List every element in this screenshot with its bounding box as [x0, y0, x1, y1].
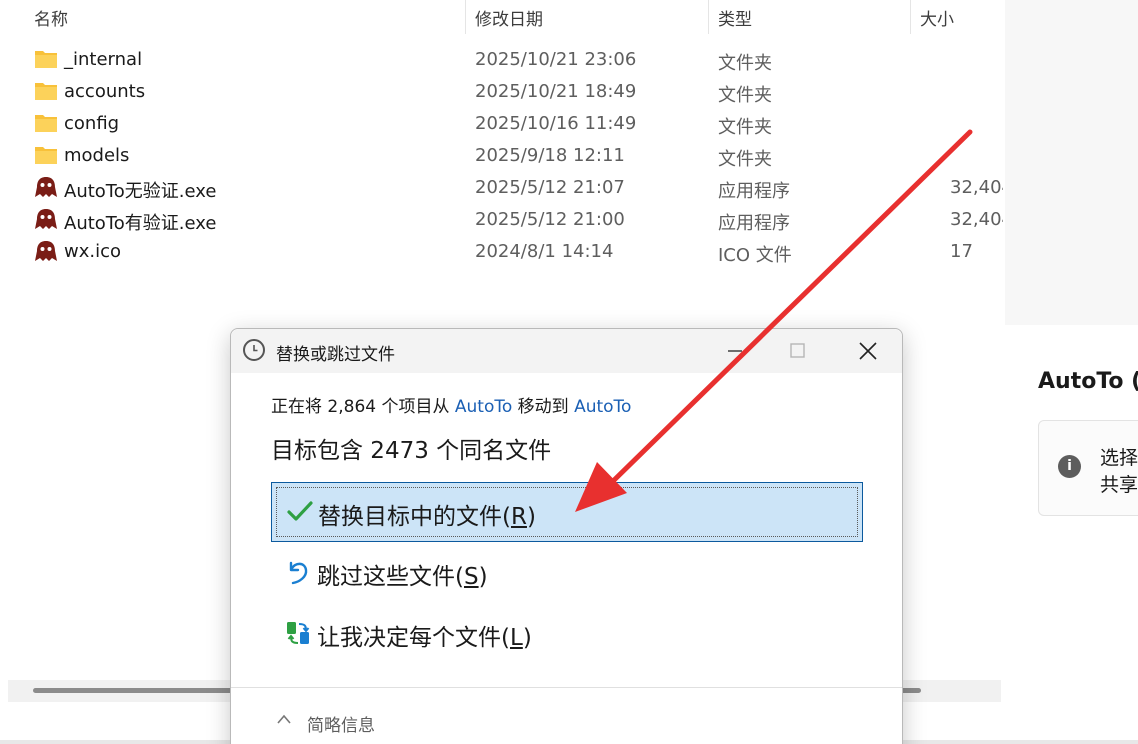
- minimize-icon: [728, 350, 742, 352]
- skip-arrow-icon: [289, 561, 308, 585]
- column-divider[interactable]: [465, 0, 466, 34]
- option-label-suffix: ): [526, 504, 536, 530]
- compare-files-icon: [287, 622, 310, 644]
- option-label-text: 跳过这些文件(: [317, 564, 464, 590]
- option-label: 跳过这些文件(S): [317, 557, 488, 591]
- column-header-size[interactable]: 大小: [920, 5, 954, 30]
- preview-area: [1005, 0, 1138, 325]
- close-button[interactable]: [845, 333, 891, 369]
- details-toggle-label: 简略信息: [307, 716, 375, 736]
- minimize-button[interactable]: [712, 333, 758, 369]
- chevron-up-icon: [277, 714, 291, 724]
- dialog-title: 替换或跳过文件: [276, 345, 395, 365]
- option-label: 替换目标中的文件(R): [318, 497, 536, 531]
- source-folder-link[interactable]: AutoTo: [455, 397, 512, 417]
- move-summary-prefix: 正在将 2,864 个项目从: [271, 397, 455, 417]
- column-header-name[interactable]: 名称: [34, 5, 68, 30]
- info-text-line: 共享: [1100, 474, 1138, 496]
- replace-or-skip-dialog: 替换或跳过文件 正在将 2,864 个项目从 AutoTo 移动到 AutoTo…: [230, 328, 903, 744]
- accelerator-key: L: [509, 625, 523, 651]
- conflict-heading: 目标包含 2473 个同名文件: [271, 438, 552, 464]
- maximize-icon: [790, 343, 805, 358]
- info-text-line: 选择: [1100, 447, 1138, 469]
- close-icon: [859, 342, 877, 360]
- move-summary-middle: 移动到: [512, 397, 575, 417]
- column-divider[interactable]: [708, 0, 709, 34]
- column-header-date[interactable]: 修改日期: [475, 5, 543, 30]
- accelerator-key: R: [510, 504, 527, 530]
- replace-files-option[interactable]: 替换目标中的文件(R): [271, 482, 863, 542]
- maximize-button[interactable]: [774, 333, 820, 369]
- accelerator-key: S: [463, 564, 479, 590]
- dialog-divider: [231, 687, 902, 688]
- destination-folder-link[interactable]: AutoTo: [574, 397, 631, 417]
- column-divider[interactable]: [910, 0, 911, 34]
- info-icon: i: [1058, 455, 1081, 478]
- option-label-suffix: ): [522, 625, 532, 651]
- move-summary: 正在将 2,864 个项目从 AutoTo 移动到 AutoTo: [271, 392, 631, 417]
- column-header-type[interactable]: 类型: [718, 5, 752, 30]
- decide-each-file-option[interactable]: 让我决定每个文件(L): [271, 604, 863, 664]
- fewer-details-toggle[interactable]: 简略信息: [275, 710, 415, 738]
- details-title: AutoTo (7: [1038, 369, 1138, 394]
- checkmark-icon: [287, 501, 313, 521]
- option-label-text: 让我决定每个文件(: [317, 625, 510, 651]
- dialog-titlebar[interactable]: 替换或跳过文件: [231, 329, 902, 373]
- option-label-text: 替换目标中的文件(: [318, 504, 511, 530]
- clock-icon: [243, 339, 265, 361]
- option-label-suffix: ): [478, 564, 488, 590]
- option-label: 让我决定每个文件(L): [317, 618, 532, 652]
- skip-files-option[interactable]: 跳过这些文件(S): [271, 543, 863, 603]
